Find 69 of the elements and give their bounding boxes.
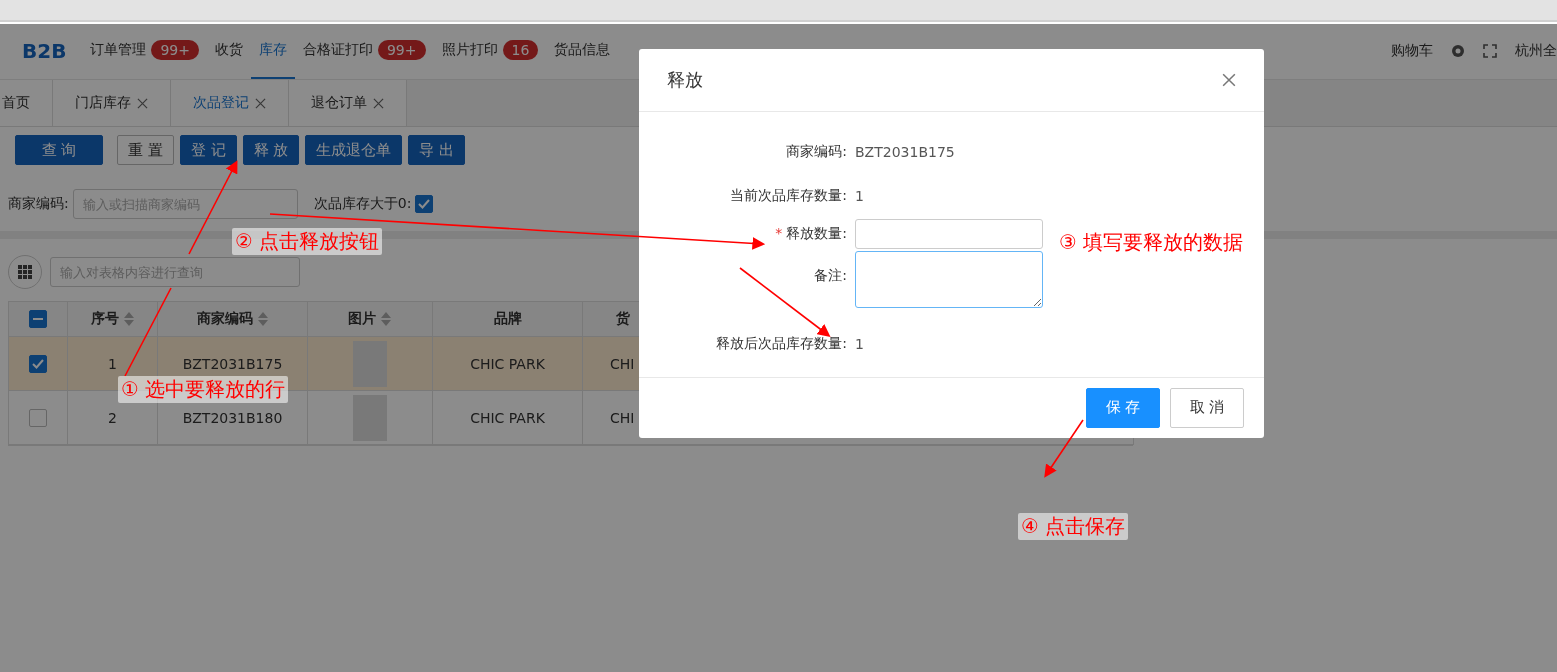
sort-icon: [380, 311, 392, 327]
toolbar-button[interactable]: 查 询: [15, 135, 103, 165]
check-icon: [32, 358, 44, 369]
input-field[interactable]: [855, 219, 1043, 250]
checkbox[interactable]: [29, 354, 47, 373]
table-cell: CHIC PARK: [470, 409, 545, 426]
column-header[interactable]: 序号: [68, 302, 158, 337]
column-header[interactable]: 品牌: [433, 302, 583, 337]
checkbox[interactable]: [29, 408, 47, 427]
count-badge: 99+: [151, 39, 199, 60]
field-value: 1: [854, 335, 864, 352]
table-cell: CHI: [610, 409, 635, 426]
count-badge: 16: [502, 39, 539, 60]
nav-item[interactable]: 货品信息: [546, 22, 619, 79]
close-icon[interactable]: [1222, 72, 1236, 87]
nav-item[interactable]: 收货: [206, 22, 251, 79]
column-header[interactable]: 商家编码: [158, 302, 308, 337]
close-icon[interactable]: [137, 97, 148, 109]
table-cell: BZT2031B175: [182, 355, 283, 372]
check-icon: [418, 199, 431, 209]
field-value: 1: [854, 187, 864, 204]
table-cell: 1: [108, 355, 117, 372]
nav-item[interactable]: 合格证打印 99+: [294, 22, 434, 79]
cancel-button[interactable]: 取 消: [1170, 387, 1244, 428]
sort-icon: [256, 311, 269, 327]
field-label: 释放后次品库存数量:: [715, 334, 847, 353]
field-label: 商家编码:: [785, 142, 847, 161]
field-label: 商家编码:: [8, 195, 69, 213]
annotation-arrow: [1044, 419, 1084, 478]
sort-icon: [122, 311, 135, 327]
toolbar-button[interactable]: 重 置: [117, 135, 174, 165]
close-icon[interactable]: [373, 97, 384, 109]
close-icon[interactable]: [255, 97, 266, 109]
page-tab[interactable]: 次品登记: [171, 80, 289, 126]
dialog-title: 释放: [667, 67, 703, 92]
toolbar-button[interactable]: 生成退仓单: [305, 135, 403, 165]
field-label: 次品库存大于0:: [313, 195, 412, 213]
annotation-text: ① 选中要释放的行: [118, 376, 289, 403]
logo: B2B: [22, 38, 67, 63]
save-button[interactable]: 保 存: [1086, 387, 1160, 428]
count-badge: 99+: [377, 39, 426, 60]
checkbox[interactable]: [29, 310, 47, 328]
annotation-text: ② 点击释放按钮: [232, 228, 383, 255]
minus-icon: [33, 318, 43, 320]
page-tab[interactable]: 门店库存: [53, 80, 171, 126]
field-value: BZT2031B175: [854, 143, 955, 160]
page-tab[interactable]: 退仓订单: [289, 80, 407, 126]
fullscreen-icon[interactable]: [1483, 43, 1497, 58]
toolbar-button[interactable]: 导 出: [408, 135, 466, 165]
annotation-text: ④ 点击保存: [1018, 513, 1129, 540]
nav-item[interactable]: 订单管理 99+: [82, 22, 207, 79]
toolbar-button[interactable]: 释 放: [242, 135, 300, 165]
table-cell: 2: [108, 409, 117, 426]
field-label: 备注:: [813, 265, 847, 285]
table-cell: BZT2031B180: [182, 409, 283, 426]
page-tab[interactable]: 首页: [0, 80, 53, 126]
column-header[interactable]: 图片: [308, 302, 433, 337]
textarea-field[interactable]: [855, 250, 1043, 308]
toolbar-button[interactable]: 登 记: [179, 135, 237, 165]
checkbox[interactable]: [415, 195, 434, 213]
nav-item[interactable]: 照片打印 16: [433, 22, 547, 79]
grid-icon: [18, 265, 32, 279]
table-cell: CHIC PARK: [470, 355, 545, 372]
user-name[interactable]: 杭州全: [1515, 41, 1557, 60]
nav-link[interactable]: 购物车: [1391, 41, 1433, 60]
browser-icon[interactable]: [1451, 43, 1465, 58]
field-label: * 释放数量:: [774, 225, 847, 244]
field-label: 当前次品库存数量:: [729, 186, 847, 205]
table-cell: CHI: [610, 355, 635, 372]
